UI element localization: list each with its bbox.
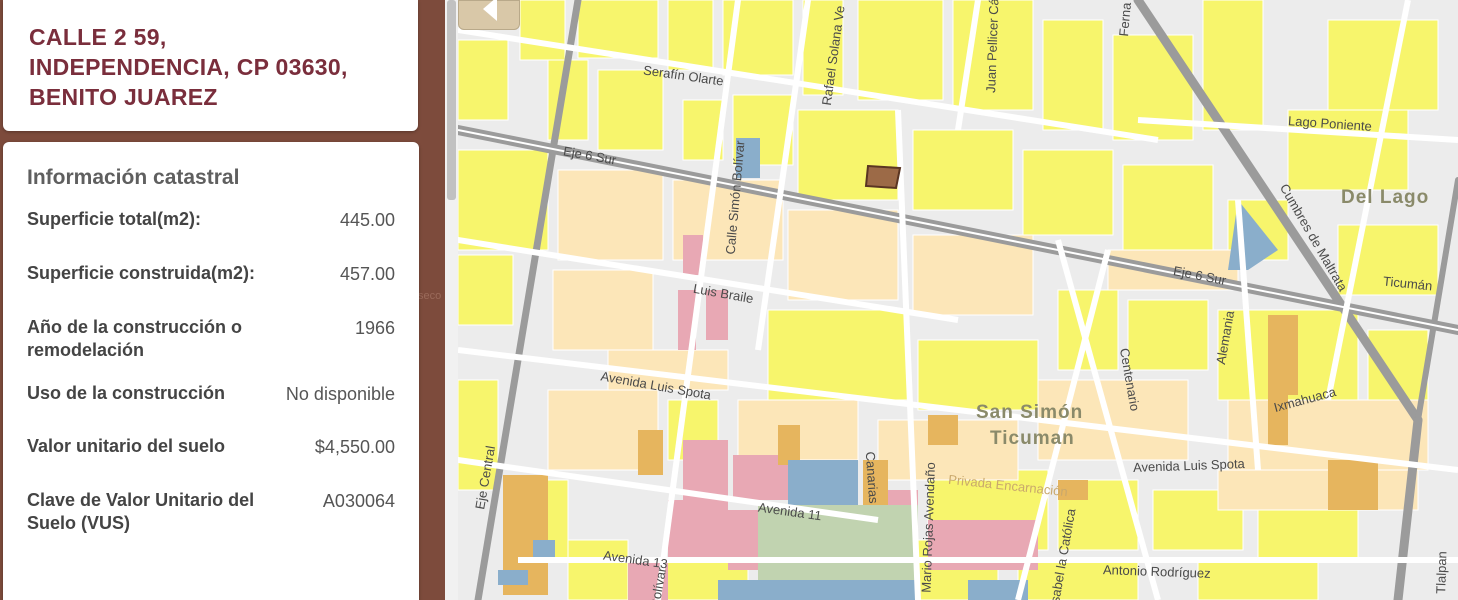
- neighborhood-label: San Simón: [976, 402, 1084, 423]
- info-row-year: Año de la construcción o remodelación 19…: [27, 316, 395, 362]
- info-value: 1966: [354, 318, 395, 338]
- neighborhood-label: Del Lago: [1341, 187, 1430, 208]
- info-value: 457.00: [339, 264, 395, 284]
- info-row-land-value: Valor unitario del suelo $4,550.00: [27, 435, 395, 459]
- info-value: A030064: [322, 491, 395, 511]
- cadastral-info-card: Información catastral Superficie total(m…: [3, 142, 419, 600]
- info-label: Año de la construcción o remodelación: [27, 317, 243, 360]
- info-title: Información catastral: [27, 166, 240, 189]
- cadastral-map[interactable]: Serafín Olarte Rafael Solana Ve Juan Pel…: [458, 0, 1458, 600]
- address-line-1: CALLE 2 59,: [29, 24, 167, 50]
- info-label: Uso de la construcción: [27, 383, 226, 403]
- info-row-vus-key: Clave de Valor Unitario del Suelo (VUS) …: [27, 489, 395, 535]
- faint-map-text: seco: [418, 290, 442, 302]
- scrollbar-thumb[interactable]: [447, 0, 456, 200]
- info-label: Superficie total(m2):: [27, 209, 202, 229]
- map-canvas[interactable]: [458, 0, 1458, 600]
- info-row-built-area: Superficie construida(m2): 457.00: [27, 262, 395, 286]
- neighborhood-label: Ticuman: [990, 428, 1075, 449]
- address-card: CALLE 2 59, INDEPENDENCIA, CP 03630, BEN…: [3, 0, 418, 131]
- address-line-2: INDEPENDENCIA, CP 03630,: [29, 54, 348, 80]
- info-label: Superficie construida(m2):: [27, 263, 256, 283]
- info-label: Valor unitario del suelo: [27, 436, 226, 456]
- collapse-panel-button[interactable]: [458, 0, 520, 30]
- info-label: Clave de Valor Unitario del Suelo (VUS): [27, 490, 255, 533]
- address-line-3: BENITO JUAREZ: [29, 84, 218, 110]
- info-value: $4,550.00: [314, 437, 395, 457]
- street-label: Ferna: [1116, 1, 1134, 38]
- info-row-total-area: Superficie total(m2): 445.00: [27, 208, 395, 232]
- info-value: 445.00: [339, 210, 395, 230]
- info-row-usage: Uso de la construcción No disponible: [27, 382, 395, 406]
- chevron-left-icon: [483, 0, 497, 21]
- info-value: No disponible: [285, 384, 395, 404]
- street-label: Tlalpan: [1433, 550, 1450, 595]
